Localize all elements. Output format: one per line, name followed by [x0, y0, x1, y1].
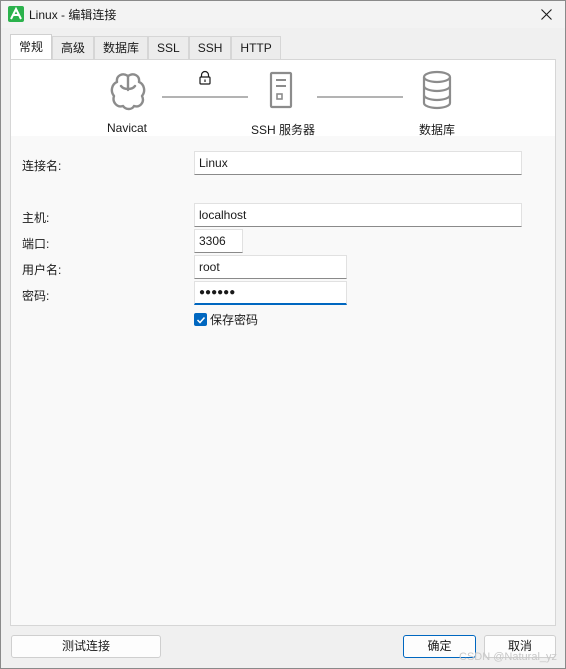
- navicat-app-icon: [8, 6, 24, 22]
- host-input[interactable]: [194, 203, 522, 227]
- navicat-label: Navicat: [107, 121, 148, 135]
- tab-bar: 常规 高级 数据库 SSL SSH HTTP: [10, 34, 281, 60]
- window-title: Linux - 编辑连接: [29, 8, 117, 22]
- ssh-server-label: SSH 服务器: [251, 123, 316, 137]
- close-button[interactable]: [535, 4, 557, 24]
- checkbox-checked[interactable]: [194, 313, 207, 326]
- host-label: 主机:: [22, 211, 50, 225]
- dialog-window: Linux - 编辑连接 常规 高级 数据库 SSL SSH HTTP Navi…: [0, 0, 566, 669]
- connection-name-input[interactable]: [194, 151, 522, 175]
- tab-databases[interactable]: 数据库: [94, 36, 149, 59]
- save-password-checkbox[interactable]: 保存密码: [194, 311, 258, 328]
- database-icon: [422, 70, 452, 110]
- tab-http[interactable]: HTTP: [231, 36, 281, 59]
- server-icon: [269, 71, 293, 109]
- lock-icon: [199, 70, 211, 85]
- connection-diagram: Navicat SSH 服务器 数据库: [11, 60, 555, 137]
- username-input[interactable]: [194, 255, 347, 279]
- link-line-left: [162, 96, 248, 98]
- save-password-label: 保存密码: [210, 313, 259, 327]
- general-panel: Navicat SSH 服务器 数据库 连接名: Linux 主机: local…: [10, 59, 556, 626]
- test-connection-button[interactable]: 测试连接: [11, 635, 161, 658]
- password-input[interactable]: ●●●●●●: [194, 281, 347, 305]
- checkmark-icon: [196, 316, 205, 324]
- close-icon: [540, 8, 552, 20]
- tab-advanced[interactable]: 高级: [52, 36, 95, 59]
- tab-ssh[interactable]: SSH: [188, 36, 232, 59]
- port-label: 端口:: [22, 237, 50, 251]
- title-bar[interactable]: Linux - 编辑连接: [1, 1, 565, 28]
- link-line-right: [317, 96, 403, 98]
- port-input[interactable]: [194, 229, 243, 253]
- tab-general[interactable]: 常规: [10, 34, 53, 59]
- tab-ssl[interactable]: SSL: [148, 36, 189, 59]
- connection-name-label: 连接名:: [22, 159, 62, 173]
- password-label: 密码:: [22, 289, 50, 303]
- database-label: 数据库: [419, 123, 456, 137]
- username-label: 用户名:: [22, 263, 62, 277]
- watermark: CSDN @Natural_yz: [459, 651, 557, 663]
- navicat-logo-icon: [110, 73, 146, 111]
